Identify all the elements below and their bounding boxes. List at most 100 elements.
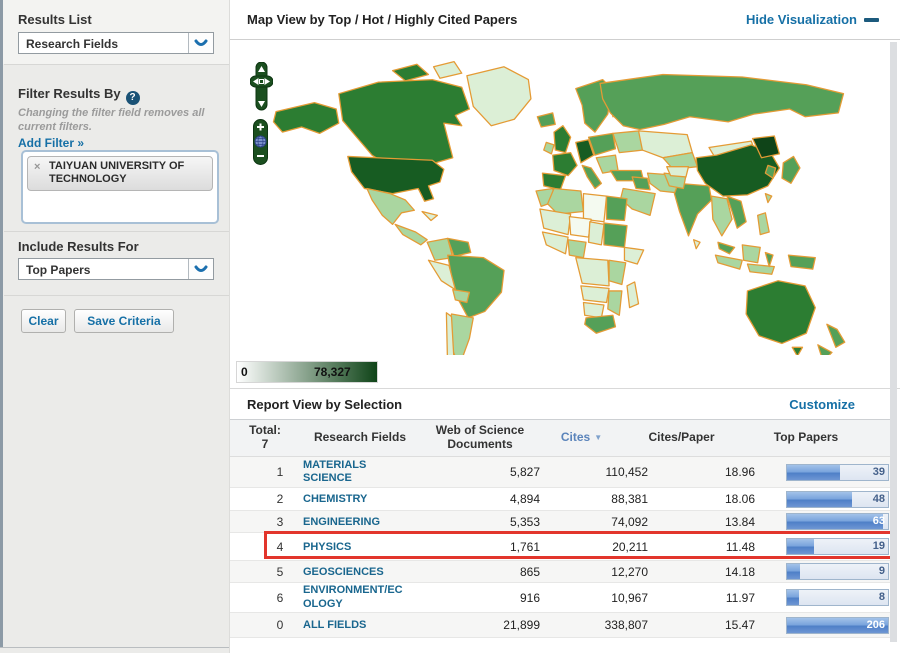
map-region-spain[interactable]: [541, 172, 567, 191]
top-papers-bar[interactable]: 48: [786, 490, 889, 508]
map-region-south-africa[interactable]: [584, 314, 617, 334]
map-region-central-america[interactable]: [394, 223, 428, 246]
add-filter-link[interactable]: Add Filter »: [18, 136, 84, 150]
map-region-nigeria[interactable]: [567, 239, 587, 259]
top-papers-bar[interactable]: 39: [786, 463, 889, 481]
map-region-niger[interactable]: [568, 216, 592, 238]
column-header-research-fields[interactable]: Research Fields: [300, 420, 420, 456]
map-region-west-africa[interactable]: [541, 231, 569, 255]
map-region-afghanistan[interactable]: [666, 166, 690, 178]
map-region-mali-mauritania[interactable]: [539, 208, 572, 236]
row-field-cell: CHEMISTRY: [300, 491, 420, 506]
column-header-wos-documents[interactable]: Web of Science Documents: [420, 420, 540, 456]
filter-chip-label: TAIYUAN UNIVERSITY OF TECHNOLOGY: [49, 160, 185, 186]
top-papers-bar[interactable]: 63: [786, 513, 889, 530]
row-top-papers-cell: 206: [755, 616, 897, 634]
table-row: 1 MATERIALS SCIENCE 5,827 110,452 18.96 39: [230, 457, 897, 488]
field-link[interactable]: ENVIRONMENT/ECOLOGY: [300, 584, 411, 610]
map-region-bolivia[interactable]: [452, 289, 471, 304]
map-region-chad[interactable]: [587, 221, 605, 246]
top-papers-bar-fill: [787, 539, 815, 554]
map-region-namibia-botswana[interactable]: [582, 301, 605, 319]
map-region-ireland[interactable]: [543, 141, 555, 155]
field-link[interactable]: GEOSCIENCES: [300, 566, 384, 579]
map-region-angola-zambia[interactable]: [580, 285, 610, 304]
map-region-tasmania[interactable]: [791, 346, 804, 355]
field-link[interactable]: MATERIALS SCIENCE: [300, 459, 411, 485]
map-region-brazil[interactable]: [447, 254, 505, 319]
map-region-greenland[interactable]: [466, 66, 532, 127]
map-region-congo[interactable]: [575, 257, 610, 287]
map-region-alaska[interactable]: [272, 102, 340, 135]
save-criteria-button[interactable]: Save Criteria: [74, 309, 174, 333]
map-region-arctic-island-1[interactable]: [391, 63, 430, 82]
row-field-cell: ALL FIELDS: [300, 617, 420, 632]
map-region-egypt[interactable]: [605, 195, 628, 222]
column-header-cites[interactable]: Cites ▼: [540, 420, 648, 456]
remove-filter-icon[interactable]: ×: [34, 161, 40, 174]
column-header-cites-per-paper[interactable]: Cites/Paper: [648, 420, 755, 456]
map-region-taiwan[interactable]: [764, 192, 773, 204]
map-region-mozambique[interactable]: [607, 290, 623, 316]
results-list-dropdown[interactable]: Research Fields: [18, 32, 214, 54]
top-papers-value: 48: [872, 492, 885, 505]
clear-button[interactable]: Clear: [21, 309, 66, 333]
row-docs: 865: [519, 564, 540, 579]
field-link[interactable]: CHEMISTRY: [300, 493, 367, 506]
map-region-sudan[interactable]: [603, 222, 628, 249]
map-region-indonesia-west[interactable]: [714, 254, 743, 270]
map-region-canada[interactable]: [338, 78, 471, 168]
map-pan-control[interactable]: [250, 62, 273, 112]
row-top-papers-cell: 63: [755, 513, 897, 530]
map-region-sri-lanka[interactable]: [692, 239, 701, 250]
map-region-australia[interactable]: [745, 280, 816, 345]
map-region-russia[interactable]: [599, 73, 845, 131]
row-rank: 4: [276, 539, 284, 554]
top-papers-bar[interactable]: 19: [786, 538, 889, 555]
map-region-arctic-island-2[interactable]: [432, 61, 463, 79]
scrollbar-track[interactable]: [890, 42, 897, 642]
top-papers-bar[interactable]: 206: [786, 616, 889, 634]
row-docs: 5,827: [509, 465, 540, 479]
map-region-madagascar[interactable]: [626, 281, 640, 309]
map-region-iraq-syria[interactable]: [631, 176, 651, 191]
map-region-mexico[interactable]: [366, 187, 415, 225]
help-icon[interactable]: ?: [125, 91, 140, 105]
map-region-algeria[interactable]: [546, 187, 585, 215]
field-link[interactable]: ENGINEERING: [300, 516, 380, 529]
hide-visualization-link[interactable]: Hide Visualization: [746, 12, 879, 27]
map-region-indonesia-east[interactable]: [746, 263, 775, 275]
map-zoom-control[interactable]: [253, 119, 268, 165]
top-papers-bar[interactable]: 8: [786, 589, 889, 606]
map-region-india[interactable]: [673, 182, 713, 237]
filter-chip[interactable]: × TAIYUAN UNIVERSITY OF TECHNOLOGY: [27, 156, 213, 192]
customize-link[interactable]: Customize: [789, 397, 855, 412]
map-region-cuba[interactable]: [421, 210, 439, 222]
field-link[interactable]: PHYSICS: [300, 541, 351, 554]
column-header-top-papers[interactable]: Top Papers: [755, 420, 897, 456]
row-top-papers-cell: 39: [755, 463, 897, 481]
include-results-dropdown[interactable]: Top Papers: [18, 258, 214, 280]
map-region-ethiopia[interactable]: [623, 246, 645, 265]
map-region-france[interactable]: [552, 151, 578, 177]
map-region-new-guinea[interactable]: [787, 254, 816, 270]
field-link[interactable]: ALL FIELDS: [300, 619, 366, 632]
map-region-sulawesi[interactable]: [764, 251, 774, 268]
map-region-philippines[interactable]: [757, 212, 770, 236]
row-field-cell: GEOSCIENCES: [300, 564, 420, 579]
map-region-iceland[interactable]: [536, 112, 556, 128]
map-region-italy[interactable]: [581, 164, 603, 190]
map-region-new-zealand-south[interactable]: [817, 344, 833, 355]
map-region-borneo[interactable]: [741, 244, 761, 264]
map-region-libya[interactable]: [582, 192, 608, 223]
map-region-kenya-tanzania[interactable]: [608, 259, 627, 286]
map-region-usa[interactable]: [347, 155, 445, 202]
map-region-new-zealand-north[interactable]: [826, 323, 846, 348]
top-papers-bar[interactable]: 9: [786, 563, 889, 580]
map-region-uk[interactable]: [553, 125, 572, 154]
map-region-malaysia[interactable]: [717, 241, 736, 255]
map-region-japan[interactable]: [781, 155, 801, 184]
globe-icon[interactable]: [254, 135, 267, 148]
filter-list: × TAIYUAN UNIVERSITY OF TECHNOLOGY: [21, 150, 219, 224]
sidebar-divider: [4, 64, 229, 65]
